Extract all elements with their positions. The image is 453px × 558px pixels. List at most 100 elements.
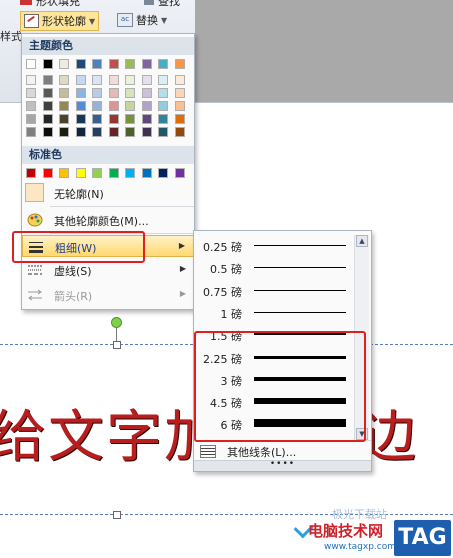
standard-color-swatch[interactable] — [158, 168, 168, 178]
theme-color-shade-swatch[interactable] — [158, 101, 168, 111]
weight-option[interactable]: 1 磅 — [194, 301, 352, 323]
theme-color-shade-swatch[interactable] — [92, 75, 102, 85]
replace-button[interactable]: ac 替换 ▼ — [114, 11, 170, 29]
arrows-item[interactable]: 箭头(R) ▶ — [22, 284, 194, 306]
highlight-thick-weights — [194, 331, 366, 442]
shape-fill-icon — [20, 0, 32, 5]
theme-color-shade-swatch[interactable] — [141, 88, 152, 98]
theme-color-shade-swatch[interactable] — [92, 127, 102, 137]
weight-option[interactable]: 0.75 磅 — [194, 279, 352, 301]
theme-color-shade-swatch[interactable] — [75, 75, 86, 85]
theme-color-shade-swatch[interactable] — [125, 114, 135, 124]
theme-color-swatch[interactable] — [75, 59, 86, 69]
resize-grip[interactable]: •••• — [194, 460, 371, 471]
theme-color-shade-swatch[interactable] — [42, 127, 53, 137]
theme-color-shade-swatch[interactable] — [42, 114, 53, 124]
theme-color-shade-swatch[interactable] — [141, 127, 152, 137]
standard-color-swatch[interactable] — [141, 168, 152, 178]
document-text-left[interactable]: 给文字加 — [0, 392, 222, 473]
theme-color-shade-swatch[interactable] — [75, 114, 86, 124]
theme-color-shade-swatch[interactable] — [26, 75, 36, 85]
theme-color-shade-swatch[interactable] — [75, 88, 86, 98]
no-outline-item[interactable]: 无轮廓(N) — [22, 182, 194, 204]
theme-color-shade-swatch[interactable] — [75, 127, 86, 137]
theme-color-shade-swatch[interactable] — [108, 114, 119, 124]
theme-color-shade-swatch[interactable] — [26, 101, 36, 111]
theme-color-swatch[interactable] — [26, 59, 36, 69]
theme-color-shade-swatch[interactable] — [174, 75, 185, 85]
theme-color-shade-swatch[interactable] — [158, 114, 168, 124]
theme-color-shade-swatch[interactable] — [92, 101, 102, 111]
theme-color-swatch[interactable] — [141, 59, 152, 69]
theme-color-swatch[interactable] — [108, 59, 119, 69]
theme-color-shade-swatch[interactable] — [42, 101, 53, 111]
theme-color-shade-swatch[interactable] — [141, 101, 152, 111]
theme-color-swatch[interactable] — [92, 59, 102, 69]
find-button[interactable]: 查找 — [158, 0, 180, 9]
theme-color-shade-swatch[interactable] — [26, 127, 36, 137]
theme-color-shade-swatch[interactable] — [59, 75, 69, 85]
theme-color-swatch[interactable] — [42, 59, 53, 69]
line-style-icon — [200, 445, 216, 458]
theme-color-shade-swatch[interactable] — [108, 101, 119, 111]
weight-option[interactable]: 0.5 磅 — [194, 256, 352, 278]
theme-color-shade-swatch[interactable] — [42, 88, 53, 98]
shape-outline-menu: 主题颜色 标准色 无轮廓(N) 其他轮廓颜色(M)... 粗细(W) ▶ 虚线(… — [21, 33, 195, 310]
background-area — [195, 0, 453, 102]
theme-color-shade-swatch[interactable] — [125, 75, 135, 85]
standard-color-swatch[interactable] — [75, 168, 86, 178]
find-icon — [144, 0, 154, 5]
theme-color-shade-swatch[interactable] — [174, 114, 185, 124]
standard-color-swatch[interactable] — [108, 168, 119, 178]
arrow-style-icon — [27, 287, 43, 303]
theme-color-shade-swatch[interactable] — [141, 114, 152, 124]
theme-color-shade-swatch[interactable] — [125, 88, 135, 98]
theme-color-shade-swatch[interactable] — [158, 75, 168, 85]
weight-option[interactable]: 0.25 磅 — [194, 234, 352, 256]
theme-color-shade-swatch[interactable] — [125, 127, 135, 137]
theme-color-shade-swatch[interactable] — [158, 88, 168, 98]
theme-color-shade-swatch[interactable] — [92, 114, 102, 124]
theme-color-shade-swatch[interactable] — [59, 114, 69, 124]
more-lines-item[interactable]: 其他线条(L)... — [194, 440, 371, 461]
resize-handle-bottom[interactable] — [113, 511, 121, 519]
theme-color-shade-swatch[interactable] — [174, 88, 185, 98]
theme-color-shade-swatch[interactable] — [158, 127, 168, 137]
theme-color-shade-swatch[interactable] — [59, 101, 69, 111]
shape-outline-label: 形状轮廓 — [42, 15, 86, 28]
rotate-handle[interactable] — [111, 317, 122, 328]
standard-color-swatch[interactable] — [92, 168, 102, 178]
theme-color-shade-swatch[interactable] — [92, 88, 102, 98]
scroll-up-icon[interactable]: ▲ — [356, 235, 368, 247]
theme-color-shade-swatch[interactable] — [59, 88, 69, 98]
standard-color-swatch[interactable] — [42, 168, 53, 178]
theme-color-swatch[interactable] — [59, 59, 69, 69]
chevron-right-icon: ▶ — [178, 241, 185, 250]
shape-fill-button[interactable]: 形状填充 — [36, 0, 80, 9]
style-label[interactable]: 样式 — [0, 28, 22, 44]
theme-color-shade-swatch[interactable] — [108, 75, 119, 85]
theme-color-shade-swatch[interactable] — [26, 114, 36, 124]
theme-color-shade-swatch[interactable] — [174, 127, 185, 137]
theme-color-shade-swatch[interactable] — [42, 75, 53, 85]
standard-color-swatch[interactable] — [59, 168, 69, 178]
theme-color-swatch[interactable] — [174, 59, 185, 69]
theme-color-swatch[interactable] — [158, 59, 168, 69]
theme-color-shade-swatch[interactable] — [59, 127, 69, 137]
watermark-site-name: 电脑技术网 — [308, 522, 384, 540]
standard-color-swatch[interactable] — [174, 168, 185, 178]
theme-color-shade-swatch[interactable] — [26, 88, 36, 98]
more-outline-colors-item[interactable]: 其他轮廓颜色(M)... — [22, 209, 194, 231]
shape-outline-button[interactable]: 形状轮廓 ▼ — [20, 11, 100, 31]
theme-color-shade-swatch[interactable] — [125, 101, 135, 111]
shape-outline-icon — [24, 14, 39, 28]
theme-color-shade-swatch[interactable] — [108, 127, 119, 137]
theme-color-shade-swatch[interactable] — [141, 75, 152, 85]
theme-color-shade-swatch[interactable] — [174, 101, 185, 111]
resize-handle-top[interactable] — [113, 341, 121, 349]
standard-color-swatch[interactable] — [26, 168, 36, 178]
theme-color-swatch[interactable] — [125, 59, 135, 69]
theme-color-shade-swatch[interactable] — [75, 101, 86, 111]
theme-color-shade-swatch[interactable] — [108, 88, 119, 98]
standard-color-swatch[interactable] — [125, 168, 135, 178]
